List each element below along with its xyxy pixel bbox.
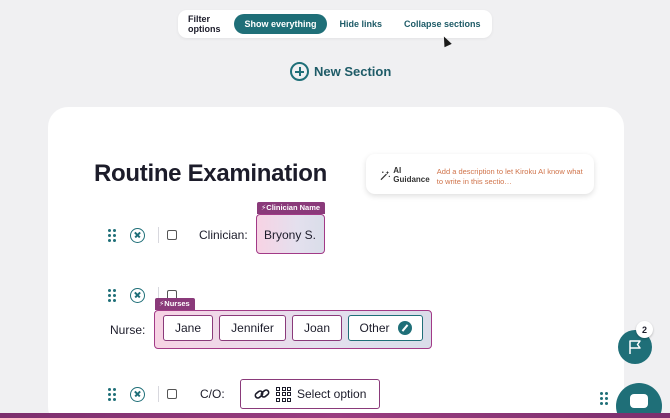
magic-wand-icon [380,170,390,180]
field-checkbox[interactable] [167,389,177,399]
remove-field-button[interactable] [130,227,145,243]
clinician-value: Bryony S. [264,228,317,242]
nurse-label: Nurse: [110,323,146,337]
nurse-options-group: Jane Jennifer Joan Other [154,310,432,349]
drag-handle-icon[interactable] [108,288,116,302]
drag-handle-icon[interactable] [600,392,608,405]
co-select-field[interactable]: Select option [240,379,380,409]
clinician-label: Clinician: [199,228,248,242]
clinician-field[interactable]: Bryony S. [256,214,325,254]
pencil-icon[interactable] [397,321,412,335]
divider [158,386,159,402]
co-row-controls [108,386,177,402]
co-label: C/O: [200,387,225,401]
nurse-option-jennifer[interactable]: Jennifer [219,315,286,341]
divider [158,227,159,243]
clinician-name-tag: ⚡Clinician Name [257,202,326,214]
drag-handle-icon[interactable] [108,387,116,401]
clinician-row-controls [108,227,177,243]
drag-handle-icon[interactable] [108,228,116,242]
new-section-label: New Section [314,64,392,79]
option-label: Jane [174,321,202,335]
select-option-text: Select option [297,387,367,401]
option-label: Jennifer [231,321,274,335]
remove-field-button[interactable] [130,287,145,303]
show-everything-button[interactable]: Show everything [234,14,327,34]
section-title[interactable]: Routine Examination [94,160,327,188]
hide-links-button[interactable]: Hide links [331,14,392,34]
ai-guidance-header: AI Guidance [380,162,437,184]
nurses-tag: ⚡Nurses [155,298,195,310]
ai-guidance-label: AI Guidance [393,166,430,184]
bottom-accent-bar [0,413,670,418]
nurse-option-other[interactable]: Other [348,315,423,341]
nurse-option-joan[interactable]: Joan [292,315,342,341]
ai-guidance-description: Add a description to let Kiroku AI know … [436,167,583,186]
option-label: Joan [303,321,331,335]
filter-options-label: Filter options [188,14,221,34]
field-checkbox[interactable] [167,230,177,240]
clinician-tag-label: Clinician Name [266,203,321,212]
new-section-button[interactable]: New Section [290,62,391,81]
ai-guidance-box[interactable]: AI Guidance Add a description to let Kir… [366,154,594,194]
remove-field-button[interactable] [130,386,145,402]
link-icon [254,389,270,399]
option-label: Other [359,321,390,335]
notification-badge: 2 [636,321,653,338]
grid-icon [276,386,291,402]
flag-icon [629,340,641,354]
plus-circle-icon [290,62,309,81]
chat-icon [630,394,648,408]
nurse-option-jane[interactable]: Jane [163,315,213,341]
nurses-tag-label: Nurses [164,299,190,308]
collapse-sections-button[interactable]: Collapse sections [395,14,490,34]
filter-bar: Filter options Show everything Hide link… [178,10,492,38]
